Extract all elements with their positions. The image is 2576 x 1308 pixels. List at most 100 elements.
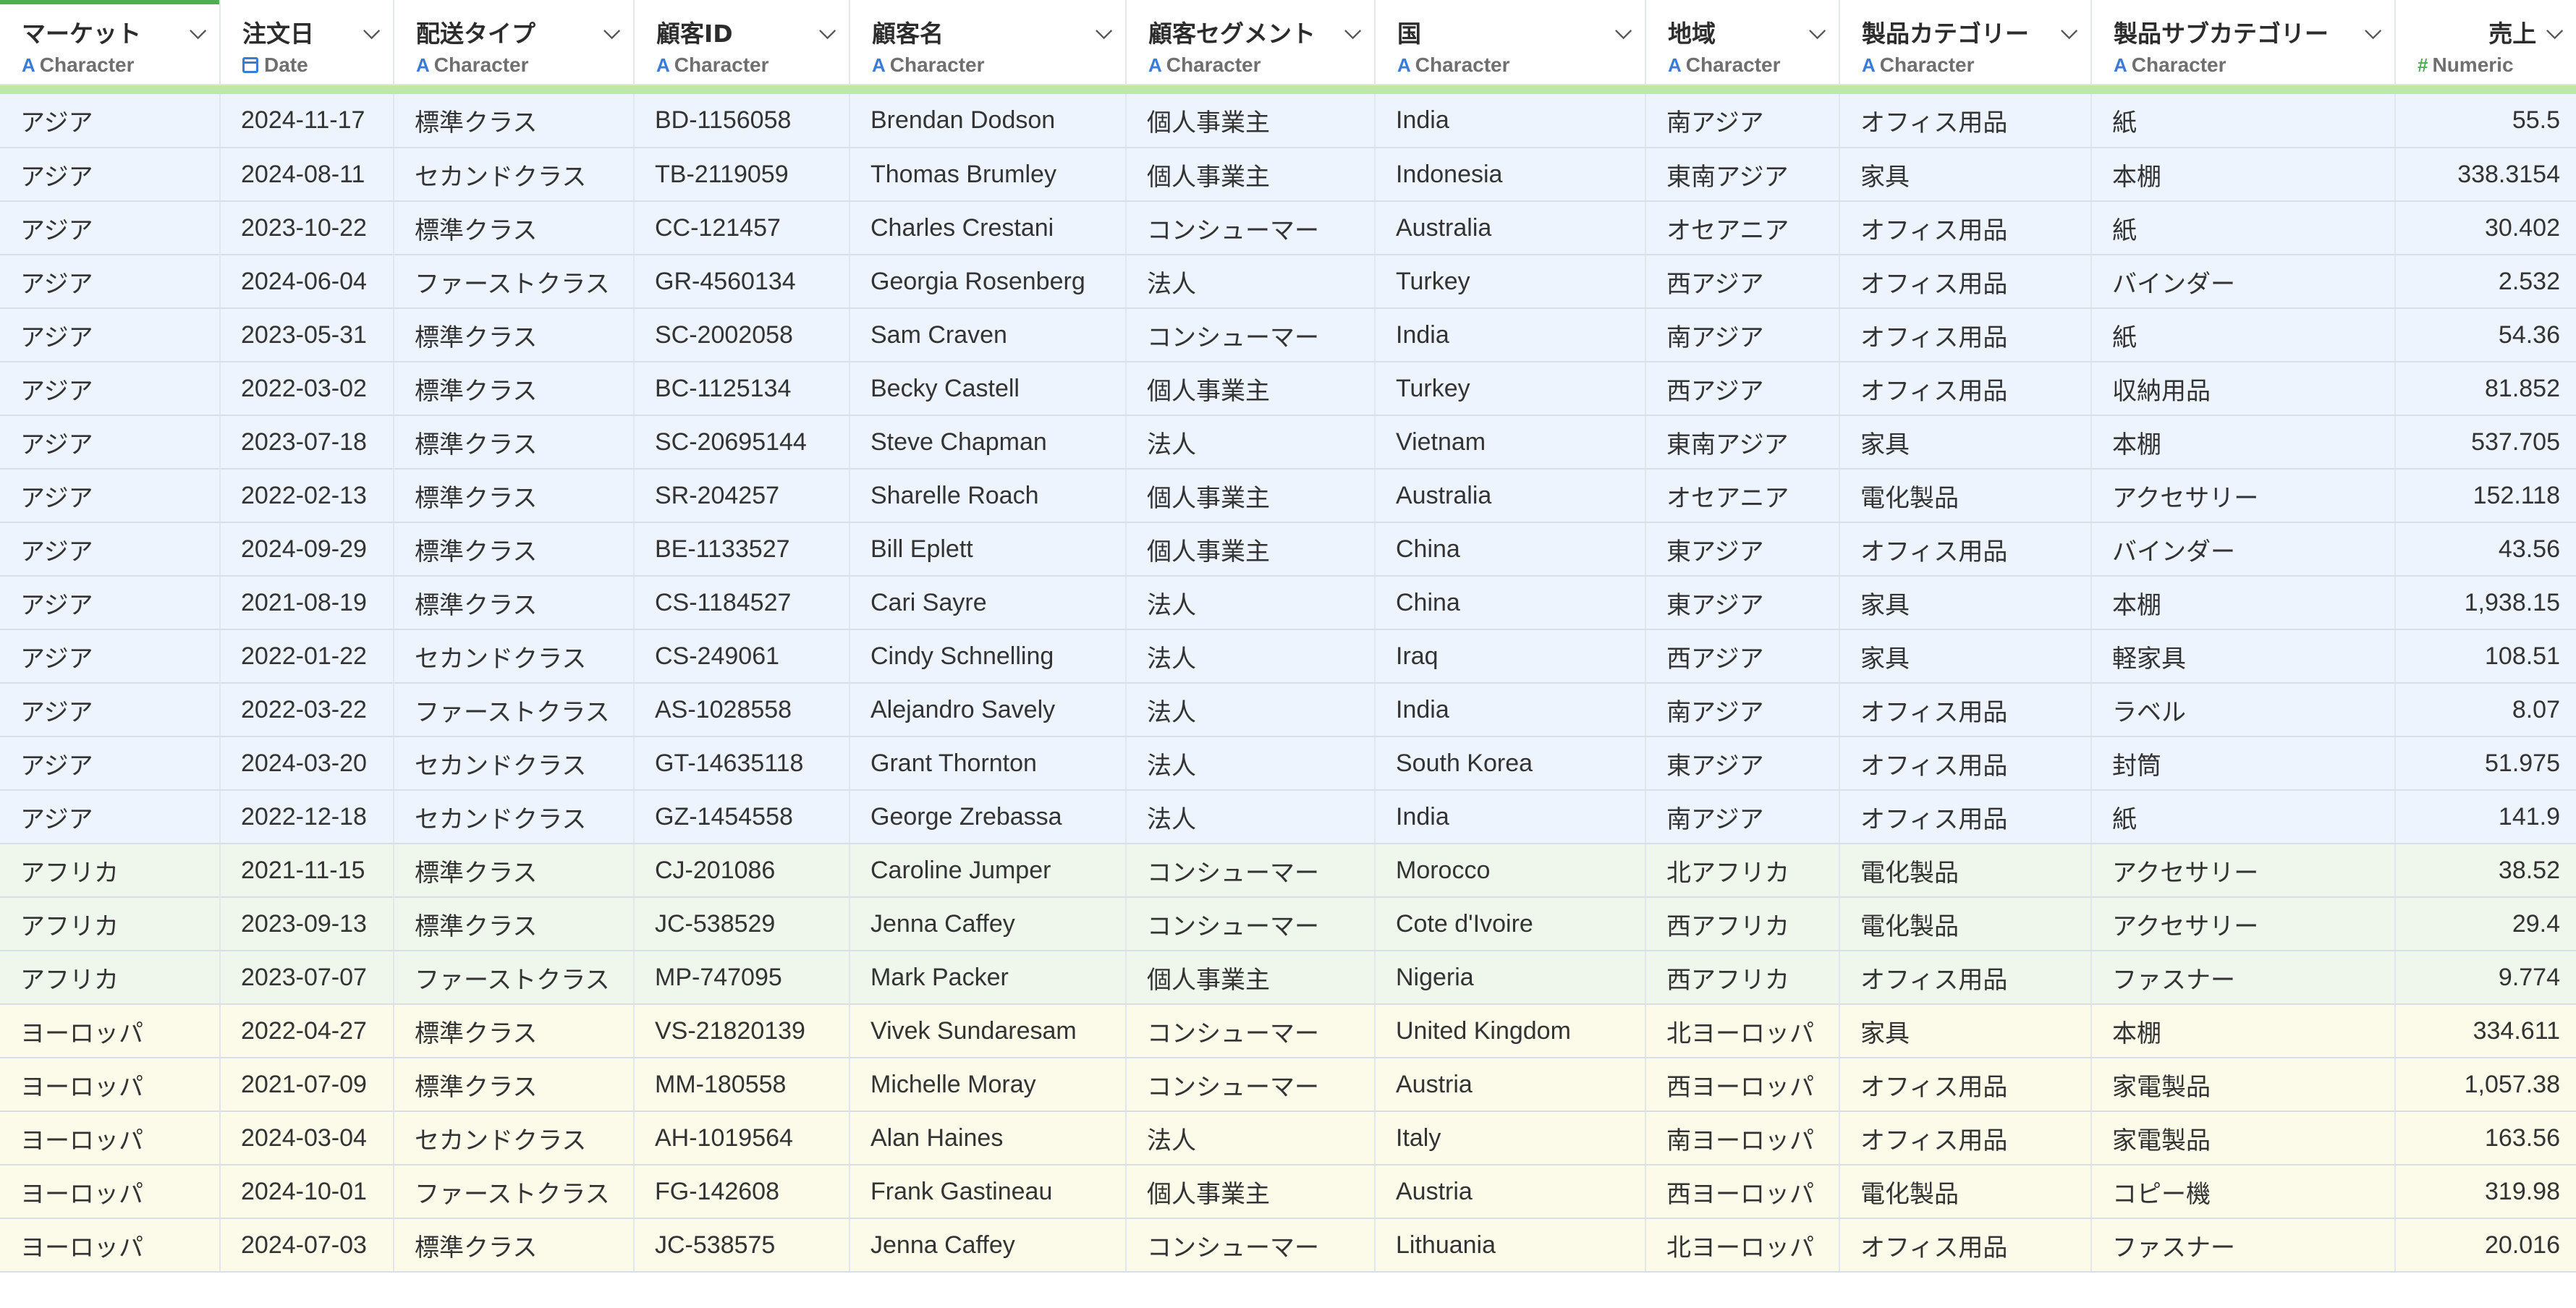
table-cell[interactable]: 家具	[1839, 629, 2092, 684]
table-cell[interactable]: 標準クラス	[394, 1218, 635, 1273]
table-row[interactable]: アジア 2021-08-19 標準クラス CS-1184527 Cari Sayre 法人…	[0, 576, 2576, 630]
table-cell[interactable]: GZ-1454558	[634, 790, 850, 844]
table-cell[interactable]: 2022-12-18	[220, 790, 394, 844]
table-row[interactable]: ヨーロッパ 2024-03-04 セカンドクラス AH-1019564 Alan Hai…	[0, 1111, 2576, 1165]
table-cell[interactable]: 南アジア	[1645, 790, 1840, 844]
table-cell[interactable]: 家具	[1839, 148, 2092, 202]
table-cell[interactable]: BE-1133527	[634, 522, 850, 577]
table-cell[interactable]: 本棚	[2091, 148, 2396, 202]
table-cell[interactable]: Austria	[1375, 1165, 1646, 1219]
table-cell[interactable]: Iraq	[1375, 629, 1646, 684]
table-cell[interactable]: 標準クラス	[394, 415, 635, 470]
table-cell[interactable]: 法人	[1126, 1111, 1376, 1165]
table-row[interactable]: アジア 2024-03-20 セカンドクラス GT-14635118 Grant Tho…	[0, 736, 2576, 791]
table-cell[interactable]: 南ヨーロッパ	[1645, 1111, 1840, 1165]
table-cell[interactable]: オフィス用品	[1839, 1058, 2092, 1112]
table-row[interactable]: アジア 2022-03-02 標準クラス BC-1125134 Becky Castel…	[0, 362, 2576, 416]
table-cell[interactable]: オフィス用品	[1839, 308, 2092, 362]
table-cell[interactable]: 個人事業主	[1126, 469, 1376, 523]
table-cell[interactable]: 38.52	[2395, 844, 2576, 898]
table-row[interactable]: アジア 2023-07-18 標準クラス SC-20695144 Steve Chapm…	[0, 415, 2576, 470]
table-cell[interactable]: 法人	[1126, 683, 1376, 737]
table-row[interactable]: アジア 2023-05-31 標準クラス SC-2002058 Sam Craven コン…	[0, 308, 2576, 362]
table-cell[interactable]: 2.532	[2395, 255, 2576, 309]
chevron-down-icon[interactable]: ⌵	[2365, 21, 2381, 43]
table-cell[interactable]: Caroline Jumper	[850, 844, 1127, 898]
table-cell[interactable]: 51.975	[2395, 736, 2576, 791]
table-cell[interactable]: 55.5	[2395, 94, 2576, 148]
table-row[interactable]: アジア 2024-09-29 標準クラス BE-1133527 Bill Eplett 個…	[0, 522, 2576, 577]
table-cell[interactable]: オフィス用品	[1839, 522, 2092, 577]
table-cell[interactable]: India	[1375, 308, 1646, 362]
table-cell[interactable]: コンシューマー	[1126, 1058, 1376, 1112]
table-cell[interactable]: バインダー	[2091, 522, 2396, 577]
table-cell[interactable]: 81.852	[2395, 362, 2576, 416]
table-cell[interactable]: ヨーロッパ	[0, 1058, 221, 1112]
table-cell[interactable]: コンシューマー	[1126, 1004, 1376, 1058]
table-cell[interactable]: オフィス用品	[1839, 683, 2092, 737]
table-cell[interactable]: 法人	[1126, 790, 1376, 844]
table-cell[interactable]: Turkey	[1375, 255, 1646, 309]
table-cell[interactable]: コンシューマー	[1126, 844, 1376, 898]
table-cell[interactable]: 法人	[1126, 629, 1376, 684]
column-header-6[interactable]: 国 ⌵ A Character	[1375, 0, 1646, 85]
table-cell[interactable]: 標準クラス	[394, 844, 635, 898]
table-cell[interactable]: Italy	[1375, 1111, 1646, 1165]
table-cell[interactable]: Jenna Caffey	[850, 897, 1127, 951]
table-cell[interactable]: Indonesia	[1375, 148, 1646, 202]
table-cell[interactable]: SC-20695144	[634, 415, 850, 470]
table-cell[interactable]: セカンドクラス	[394, 629, 635, 684]
column-header-10[interactable]: 売上 ⌵ # Numeric	[2395, 0, 2576, 85]
table-cell[interactable]: India	[1375, 683, 1646, 737]
table-cell[interactable]: 個人事業主	[1126, 951, 1376, 1005]
table-cell[interactable]: アジア	[0, 683, 221, 737]
table-cell[interactable]: AS-1028558	[634, 683, 850, 737]
table-row[interactable]: ヨーロッパ 2024-10-01 ファーストクラス FG-142608 Frank Ga…	[0, 1165, 2576, 1219]
table-cell[interactable]: ファスナー	[2091, 951, 2396, 1005]
table-cell[interactable]: 9.774	[2395, 951, 2576, 1005]
table-row[interactable]: アジア 2023-10-22 標準クラス CC-121457 Charles Crest…	[0, 201, 2576, 255]
table-cell[interactable]: 北ヨーロッパ	[1645, 1218, 1840, 1273]
table-cell[interactable]: アクセサリー	[2091, 844, 2396, 898]
table-row[interactable]: アジア 2024-06-04 ファーストクラス GR-4560134 Georgia R…	[0, 255, 2576, 309]
table-cell[interactable]: アジア	[0, 576, 221, 630]
table-cell[interactable]: 家電製品	[2091, 1111, 2396, 1165]
table-cell[interactable]: GT-14635118	[634, 736, 850, 791]
table-cell[interactable]: アジア	[0, 790, 221, 844]
table-cell[interactable]: 2024-09-29	[220, 522, 394, 577]
table-cell[interactable]: Nigeria	[1375, 951, 1646, 1005]
table-cell[interactable]: 2023-05-31	[220, 308, 394, 362]
table-cell[interactable]: バインダー	[2091, 255, 2396, 309]
table-cell[interactable]: 個人事業主	[1126, 362, 1376, 416]
table-cell[interactable]: 2022-03-22	[220, 683, 394, 737]
table-cell[interactable]: アフリカ	[0, 951, 221, 1005]
table-cell[interactable]: 西アフリカ	[1645, 951, 1840, 1005]
table-cell[interactable]: アジア	[0, 362, 221, 416]
table-cell[interactable]: GR-4560134	[634, 255, 850, 309]
table-cell[interactable]: 54.36	[2395, 308, 2576, 362]
table-cell[interactable]: CJ-201086	[634, 844, 850, 898]
table-cell[interactable]: 標準クラス	[394, 897, 635, 951]
chevron-down-icon[interactable]: ⌵	[363, 21, 380, 43]
table-cell[interactable]: 152.118	[2395, 469, 2576, 523]
table-cell[interactable]: 1,938.15	[2395, 576, 2576, 630]
table-cell[interactable]: Brendan Dodson	[850, 94, 1127, 148]
table-cell[interactable]: オフィス用品	[1839, 951, 2092, 1005]
table-cell[interactable]: 163.56	[2395, 1111, 2576, 1165]
table-cell[interactable]: 319.98	[2395, 1165, 2576, 1219]
table-cell[interactable]: 2024-03-04	[220, 1111, 394, 1165]
table-cell[interactable]: 30.402	[2395, 201, 2576, 255]
table-cell[interactable]: 2023-07-18	[220, 415, 394, 470]
table-cell[interactable]: 個人事業主	[1126, 148, 1376, 202]
table-cell[interactable]: Jenna Caffey	[850, 1218, 1127, 1273]
table-cell[interactable]: George Zrebassa	[850, 790, 1127, 844]
table-cell[interactable]: Becky Castell	[850, 362, 1127, 416]
table-cell[interactable]: オフィス用品	[1839, 1111, 2092, 1165]
table-cell[interactable]: Turkey	[1375, 362, 1646, 416]
table-cell[interactable]: TB-2119059	[634, 148, 850, 202]
table-cell[interactable]: 家電製品	[2091, 1058, 2396, 1112]
table-cell[interactable]: SR-204257	[634, 469, 850, 523]
table-cell[interactable]: 本棚	[2091, 576, 2396, 630]
table-row[interactable]: ヨーロッパ 2022-04-27 標準クラス VS-21820139 Vivek Sun…	[0, 1004, 2576, 1058]
table-cell[interactable]: South Korea	[1375, 736, 1646, 791]
